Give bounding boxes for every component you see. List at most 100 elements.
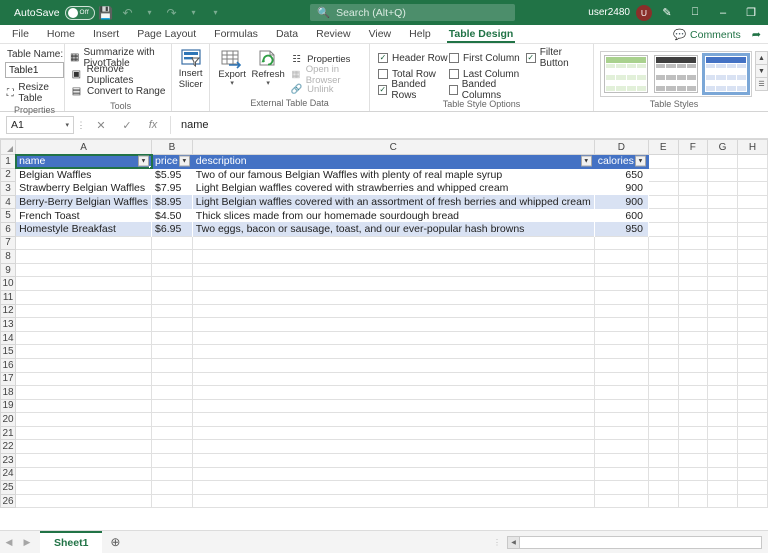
cell-f20[interactable] — [677, 412, 709, 427]
cell-b14[interactable] — [151, 330, 193, 346]
cell-c24[interactable] — [191, 466, 595, 482]
filter-dropdown-icon-description[interactable]: ▼ — [580, 155, 592, 167]
cell-d2[interactable]: 650 — [593, 168, 649, 182]
cell-h4[interactable] — [737, 194, 768, 210]
prev-sheet-icon[interactable]: ◀ — [0, 537, 18, 548]
cell-b7[interactable] — [151, 235, 193, 251]
cell-e2[interactable] — [647, 167, 679, 183]
cell-a13[interactable] — [15, 317, 153, 332]
cell-b24[interactable] — [151, 466, 193, 482]
cell-h10[interactable] — [737, 276, 768, 291]
cell-h26[interactable] — [737, 493, 768, 509]
cell-h15[interactable] — [737, 344, 768, 359]
cancel-icon[interactable]: ✕ — [88, 116, 114, 134]
cell-f24[interactable] — [677, 466, 709, 482]
cell-a2[interactable]: Belgian Waffles — [15, 168, 153, 182]
cell-b11[interactable] — [151, 289, 193, 305]
cell-h12[interactable] — [737, 303, 768, 319]
cell-h1[interactable] — [737, 154, 768, 169]
row-header-11[interactable]: 11 — [0, 289, 17, 305]
cell-d18[interactable] — [593, 385, 649, 400]
cell-g4[interactable] — [706, 194, 739, 210]
row-header-2[interactable]: 2 — [0, 167, 17, 183]
cell-a9[interactable] — [15, 262, 153, 278]
cell-d6[interactable]: 950 — [593, 222, 649, 237]
cell-f2[interactable] — [677, 167, 709, 183]
cell-f14[interactable] — [677, 330, 709, 346]
tab-data[interactable]: Data — [267, 25, 307, 43]
cell-d7[interactable] — [593, 235, 649, 251]
cell-e22[interactable] — [647, 439, 679, 455]
cell-a3[interactable]: Strawberry Belgian Waffles — [15, 181, 153, 196]
row-header-19[interactable]: 19 — [0, 398, 17, 414]
cell-b8[interactable] — [151, 249, 193, 264]
undo-dropdown-icon[interactable]: ▾ — [139, 3, 161, 23]
cell-c6[interactable]: Two eggs, bacon or sausage, toast, and o… — [191, 222, 595, 237]
checkbox-header-row[interactable]: ✓ Header Row — [378, 50, 449, 66]
convert-to-range-button[interactable]: ▤ Convert to Range — [70, 83, 171, 100]
cell-b20[interactable] — [151, 412, 193, 427]
cell-g11[interactable] — [706, 289, 739, 305]
cell-g3[interactable] — [706, 181, 739, 196]
cell-f7[interactable] — [677, 235, 709, 251]
cell-c20[interactable] — [191, 412, 595, 427]
tab-file[interactable]: File — [0, 25, 38, 43]
cell-c5[interactable]: Thick slices made from our homemade sour… — [191, 208, 595, 223]
cell-e18[interactable] — [647, 385, 679, 400]
cell-f4[interactable] — [677, 194, 709, 210]
autosave-control[interactable]: AutoSave Off — [14, 5, 95, 20]
cell-f16[interactable] — [677, 357, 709, 373]
cell-b26[interactable] — [151, 493, 193, 509]
cell-c26[interactable] — [191, 493, 595, 509]
cell-a22[interactable] — [15, 439, 153, 455]
cell-e20[interactable] — [647, 412, 679, 427]
cell-d3[interactable]: 900 — [593, 181, 649, 196]
cell-g6[interactable] — [706, 221, 739, 237]
table-style-thumb-blue-selected[interactable] — [702, 53, 750, 95]
cell-f23[interactable] — [677, 453, 709, 468]
cell-d13[interactable] — [593, 317, 649, 332]
cell-b9[interactable] — [151, 262, 193, 278]
share-icon[interactable]: ➦ — [752, 28, 764, 41]
cell-g8[interactable] — [706, 249, 739, 264]
resize-table-button[interactable]: ⛶ Resize Table — [5, 82, 64, 104]
cell-d12[interactable] — [593, 303, 649, 319]
cell-g21[interactable] — [706, 425, 739, 441]
cell-f10[interactable] — [677, 276, 709, 291]
insert-slicer-button[interactable]: Insert Slicer — [172, 49, 210, 90]
next-sheet-icon[interactable]: ▶ — [18, 537, 36, 548]
table-style-thumb-green[interactable] — [604, 55, 648, 93]
column-header-f[interactable]: F — [677, 139, 709, 155]
cell-e3[interactable] — [647, 181, 679, 196]
cell-g9[interactable] — [706, 262, 739, 278]
cell-d11[interactable] — [593, 289, 649, 305]
row-header-21[interactable]: 21 — [0, 425, 17, 441]
name-box[interactable]: A1 ▾ — [6, 116, 74, 134]
cell-a12[interactable] — [15, 303, 153, 319]
cell-h7[interactable] — [737, 235, 768, 251]
cell-e19[interactable] — [647, 398, 679, 414]
row-header-8[interactable]: 8 — [0, 249, 17, 264]
cell-b13[interactable] — [151, 317, 193, 332]
cell-h14[interactable] — [737, 330, 768, 346]
cell-a11[interactable] — [15, 289, 153, 305]
cell-b5[interactable]: $4.50 — [151, 208, 193, 223]
select-all-corner[interactable] — [0, 139, 17, 155]
cell-g1[interactable] — [706, 154, 739, 169]
cell-h23[interactable] — [737, 453, 768, 468]
sheet-tab-sheet1[interactable]: Sheet1 — [40, 531, 103, 553]
cell-d9[interactable] — [593, 262, 649, 278]
cell-b10[interactable] — [151, 276, 193, 291]
cell-f26[interactable] — [677, 493, 709, 509]
row-header-6[interactable]: 6 — [0, 221, 17, 237]
cell-a17[interactable] — [15, 371, 153, 387]
insert-function-icon[interactable]: fx — [140, 116, 166, 134]
cell-b6[interactable]: $6.95 — [151, 222, 193, 237]
minimize-button[interactable]: – — [710, 0, 736, 25]
customize-quick-access-icon[interactable]: ▾ — [205, 3, 227, 23]
cell-f9[interactable] — [677, 262, 709, 278]
cell-e25[interactable] — [647, 480, 679, 495]
cell-a7[interactable] — [15, 235, 153, 251]
cell-c7[interactable] — [191, 235, 595, 251]
cell-a8[interactable] — [15, 249, 153, 264]
